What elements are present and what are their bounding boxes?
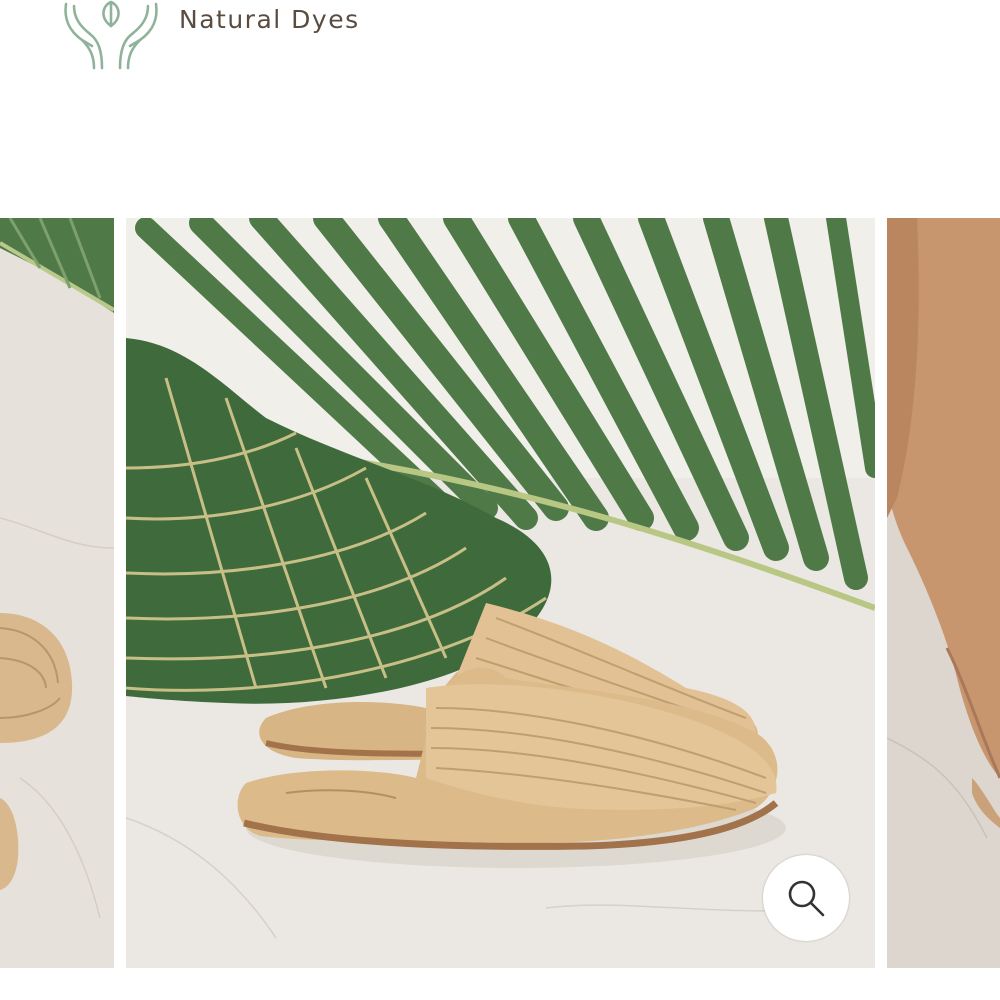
zoom-button[interactable]	[763, 855, 849, 941]
previous-product-image[interactable]	[0, 218, 114, 968]
next-product-image[interactable]	[887, 218, 1000, 968]
hands-leaf-icon	[64, 0, 158, 70]
raffia-slippers-photo	[126, 218, 875, 968]
badge-label: Natural Dyes	[179, 5, 360, 34]
natural-dyes-badge	[60, 0, 162, 70]
previous-slide-photo	[0, 218, 114, 968]
current-product-image[interactable]	[126, 218, 875, 968]
magnifier-icon	[788, 880, 825, 917]
product-image-gallery[interactable]	[0, 218, 1000, 968]
next-slide-photo	[887, 218, 1000, 968]
